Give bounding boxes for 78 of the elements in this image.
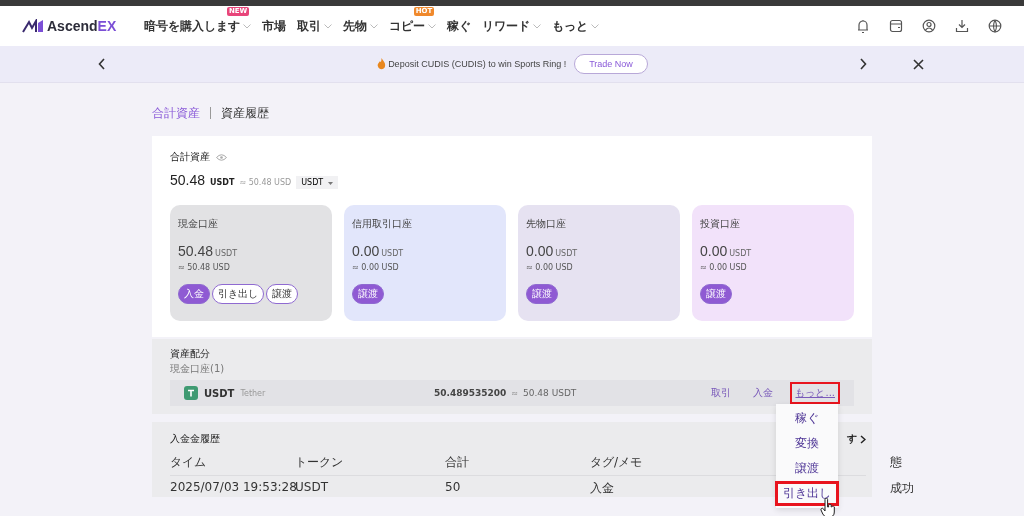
caret-down-icon[interactable] [328,182,334,185]
banner-text: Deposit CUDIS (CUDIS) to win Sports Ring ! [388,59,567,69]
breadcrumb-tab[interactable]: 資産履歴 [221,104,269,122]
allocation-subtitle: 現金口座(1) [170,362,226,376]
account-name: 現金口座 [178,217,219,231]
account-usd-approx: ≈ 0.00 USD [700,263,748,272]
table-cell: 入金 [590,480,614,497]
download-icon[interactable] [955,19,969,33]
chevron-right-icon[interactable] [860,434,866,444]
account-name: 先物口座 [526,217,567,231]
total-amount: 50.48 [170,172,206,188]
approx-sign: ≈ [511,388,518,398]
amount-unit: USDT [210,178,235,187]
trade-now-button[interactable]: Trade Now [574,54,648,74]
account-action-button[interactable]: 譲渡 [266,284,298,304]
usd-approx: ≈ 50.48 USD [239,178,292,187]
nav-item[interactable]: 暗号を購入します [144,17,241,35]
account-name: 投資口座 [700,217,741,231]
row-action-link[interactable]: 取引 [706,382,737,404]
account-unit: USDT [215,249,238,258]
account-unit: USDT [381,249,404,258]
coin-name: Tether [240,388,266,398]
account-amount: 0.00 [700,243,728,259]
table-cell-text: USDT [295,480,328,496]
account-action-button[interactable]: 譲渡 [526,284,558,304]
account-unit: USDT [729,249,752,258]
currency-select[interactable]: USDT [296,176,339,189]
chevron-left-icon[interactable] [98,58,106,70]
history-title: 入金金履歴 [170,432,220,446]
nav-item[interactable]: もっと [552,17,589,35]
account-name: 信用取引口座 [352,217,413,231]
dropdown-menu-item[interactable]: 稼ぐ [788,406,826,431]
account-action-button[interactable]: 引き出し [212,284,264,304]
column-header: タグ/メモ [590,454,643,471]
table-cell: 成功 [890,480,914,497]
row-action-link[interactable]: もっと... [790,382,840,404]
row-action-link[interactable]: 入金 [748,382,779,404]
chevron-right-icon[interactable] [859,58,867,70]
close-icon[interactable] [913,58,924,70]
breadcrumb-tab[interactable]: 合計資産 [152,104,200,122]
nav-item[interactable]: 取引 [297,17,322,35]
total-assets-title: 合計資産 [170,150,210,164]
nav-item[interactable]: 市場 [262,17,287,35]
dropdown-menu-item[interactable]: 譲渡 [788,456,826,481]
account-amount: 0.00 [352,243,380,259]
flame-icon [377,58,387,70]
account-usd-approx: ≈ 0.00 USD [526,263,574,272]
globe-icon[interactable] [988,19,1002,33]
account-amount: 50.48 [178,243,214,259]
table-cell-text: 2025/07/03 19:53:28 [170,480,297,496]
account-amount: 0.00 [526,243,554,259]
coin-balance: 50.489535200 [434,388,507,398]
view-all-link[interactable]: す [847,432,857,446]
wallet-icon[interactable] [889,19,903,33]
nav-item[interactable]: 先物 [343,17,368,35]
column-header: 合計 [445,454,469,471]
account-unit: USDT [555,249,578,258]
column-header: タイム [170,454,206,471]
bell-icon[interactable] [856,18,870,34]
user-icon[interactable] [922,19,936,33]
column-header: トークン [295,454,343,471]
nav-item[interactable]: リワード [482,17,531,35]
account-action-button[interactable]: 譲渡 [352,284,384,304]
coin-value: 50.48 USDT [523,388,577,398]
dropdown-menu-item[interactable]: 変換 [788,431,826,456]
tether-coin-icon [184,386,198,400]
account-action-button[interactable]: 入金 [178,284,210,304]
column-header: 態 [890,454,902,471]
account-usd-approx: ≈ 0.00 USD [352,263,400,272]
coin-symbol: USDT [204,387,235,399]
nav-item[interactable]: 稼ぐ [447,17,472,35]
allocation-title: 資産配分 [170,347,211,361]
logo-icon [22,19,44,33]
logo-text[interactable]: AscendEX [47,18,117,34]
table-cell-text: 50 [445,480,461,496]
account-action-button[interactable]: 譲渡 [700,284,732,304]
account-usd-approx: ≈ 50.48 USD [178,263,231,272]
nav-item[interactable]: コピー [389,17,426,35]
